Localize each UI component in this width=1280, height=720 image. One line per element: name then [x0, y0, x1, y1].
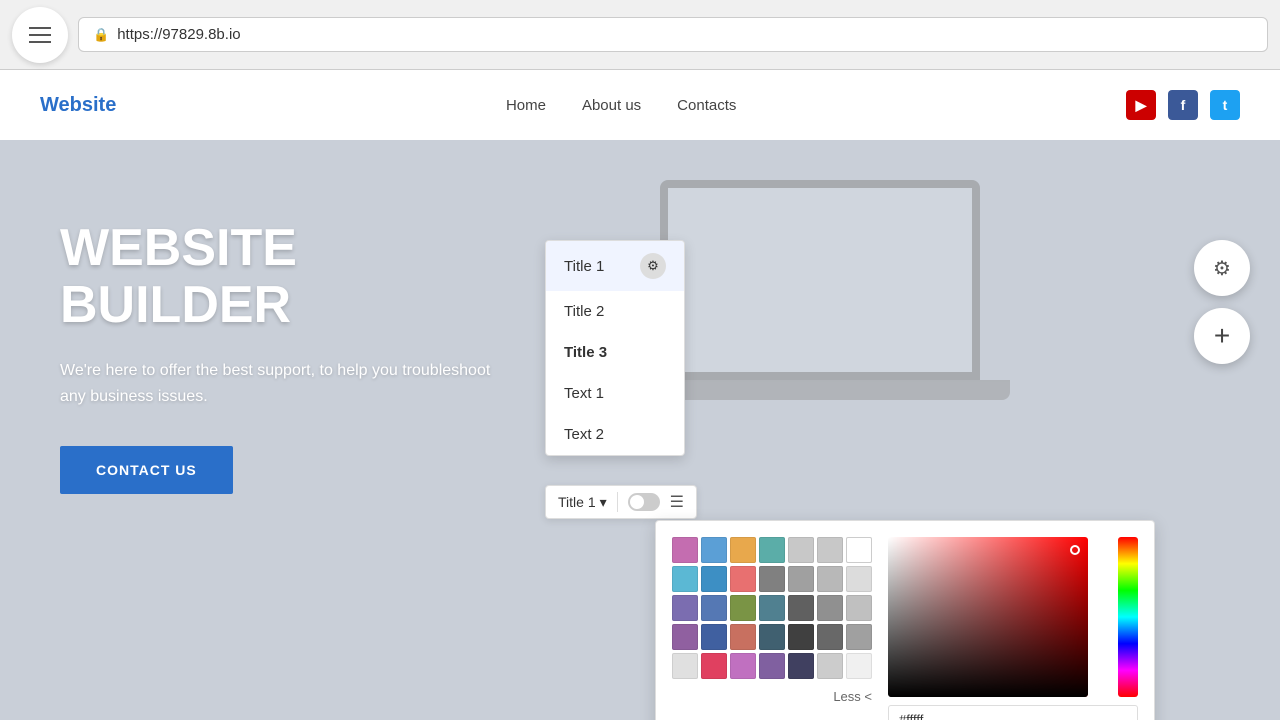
- swatch[interactable]: [817, 624, 843, 650]
- swatch[interactable]: [730, 595, 756, 621]
- add-fab[interactable]: +: [1194, 308, 1250, 364]
- chevron-down-icon: ▾: [600, 494, 607, 511]
- dropdown-label-text2: Text 2: [564, 426, 604, 443]
- color-gradient-picker[interactable]: [888, 537, 1138, 720]
- swatch[interactable]: [817, 653, 843, 679]
- gear-small-icon: ⚙: [647, 258, 659, 274]
- less-button[interactable]: Less <: [672, 689, 872, 704]
- swatch[interactable]: [701, 624, 727, 650]
- dropdown-item-title3[interactable]: Title 3: [546, 332, 684, 373]
- toolbar-title-text: Title 1: [558, 494, 596, 510]
- swatch[interactable]: [701, 537, 727, 563]
- hero-content: WEBSITE BUILDER We're here to offer the …: [0, 140, 560, 574]
- item-settings-icon[interactable]: ⚙: [640, 253, 666, 279]
- text-format-toolbar[interactable]: Title 1 ▾ ☰: [545, 485, 697, 519]
- dropdown-item-text1[interactable]: Text 1: [546, 373, 684, 414]
- swatch[interactable]: [759, 653, 785, 679]
- youtube-icon[interactable]: ▶: [1126, 90, 1156, 120]
- swatch[interactable]: [701, 653, 727, 679]
- swatch[interactable]: [730, 566, 756, 592]
- dropdown-item-title2[interactable]: Title 2: [546, 291, 684, 332]
- lock-icon: 🔒: [93, 27, 109, 43]
- swatch[interactable]: [788, 595, 814, 621]
- gradient-dark-layer: [888, 537, 1088, 697]
- swatch[interactable]: [846, 595, 872, 621]
- text-align-icon[interactable]: ☰: [670, 492, 684, 512]
- nav-contacts[interactable]: Contacts: [677, 97, 736, 114]
- dropdown-item-text2[interactable]: Text 2: [546, 414, 684, 455]
- dropdown-label-text1: Text 1: [564, 385, 604, 402]
- swatch[interactable]: [672, 653, 698, 679]
- color-swatches-container: Less <: [672, 537, 872, 720]
- color-gradient-box[interactable]: [888, 537, 1088, 697]
- nav-home[interactable]: Home: [506, 97, 546, 114]
- swatch[interactable]: [846, 566, 872, 592]
- swatch[interactable]: [701, 566, 727, 592]
- url-text: https://97829.8b.io: [117, 26, 240, 43]
- browser-chrome: 🔒 https://97829.8b.io: [0, 0, 1280, 70]
- color-swatches-grid: [672, 537, 872, 679]
- swatch-white[interactable]: [846, 537, 872, 563]
- site-nav: Home About us Contacts: [506, 97, 736, 114]
- fab-container: ⚙ +: [1194, 240, 1250, 364]
- toggle-switch[interactable]: [628, 493, 660, 511]
- hero-section: WEBSITE BUILDER We're here to offer the …: [0, 140, 1280, 720]
- address-bar[interactable]: 🔒 https://97829.8b.io: [78, 17, 1268, 52]
- plus-icon: +: [1214, 320, 1230, 352]
- swatch[interactable]: [788, 537, 814, 563]
- swatch[interactable]: [846, 624, 872, 650]
- website-content: Website Home About us Contacts ▶ f t WEB…: [0, 70, 1280, 720]
- toolbar-divider: [617, 492, 618, 512]
- contact-us-button[interactable]: CONTACT US: [60, 446, 233, 494]
- site-logo: Website: [40, 94, 116, 117]
- social-icons: ▶ f t: [1126, 90, 1240, 120]
- swatch[interactable]: [846, 653, 872, 679]
- swatch[interactable]: [730, 537, 756, 563]
- hero-subtitle: We're here to offer the best support, to…: [60, 358, 500, 409]
- hero-title: WEBSITE BUILDER: [60, 220, 500, 334]
- toolbar-style-label: Title 1 ▾: [558, 494, 607, 511]
- swatch[interactable]: [672, 595, 698, 621]
- swatch[interactable]: [672, 624, 698, 650]
- dropdown-label-title3: Title 3: [564, 344, 607, 361]
- swatch[interactable]: [759, 595, 785, 621]
- swatch[interactable]: [817, 566, 843, 592]
- font-style-dropdown[interactable]: Title 1 ⚙ Title 2 Title 3 Text 1 Text 2: [545, 240, 685, 456]
- site-header: Website Home About us Contacts ▶ f t: [0, 70, 1280, 140]
- swatch[interactable]: [730, 653, 756, 679]
- swatch[interactable]: [788, 653, 814, 679]
- swatch[interactable]: [788, 566, 814, 592]
- swatch[interactable]: [759, 537, 785, 563]
- gear-icon: ⚙: [1213, 256, 1231, 281]
- hex-color-input[interactable]: [888, 705, 1138, 720]
- swatch[interactable]: [759, 624, 785, 650]
- swatch[interactable]: [788, 624, 814, 650]
- twitter-icon[interactable]: t: [1210, 90, 1240, 120]
- swatch[interactable]: [817, 537, 843, 563]
- gradient-cursor: [1070, 545, 1080, 555]
- nav-about[interactable]: About us: [582, 97, 641, 114]
- swatch[interactable]: [672, 537, 698, 563]
- color-picker-panel: Less <: [655, 520, 1155, 720]
- swatch[interactable]: [759, 566, 785, 592]
- dropdown-label-title2: Title 2: [564, 303, 604, 320]
- hue-slider[interactable]: [1118, 537, 1138, 697]
- settings-fab[interactable]: ⚙: [1194, 240, 1250, 296]
- dropdown-label-title1: Title 1: [564, 258, 604, 275]
- menu-button[interactable]: [12, 7, 68, 63]
- dropdown-item-title1[interactable]: Title 1 ⚙: [546, 241, 684, 291]
- swatch[interactable]: [701, 595, 727, 621]
- swatch[interactable]: [672, 566, 698, 592]
- swatch[interactable]: [730, 624, 756, 650]
- swatch[interactable]: [817, 595, 843, 621]
- facebook-icon[interactable]: f: [1168, 90, 1198, 120]
